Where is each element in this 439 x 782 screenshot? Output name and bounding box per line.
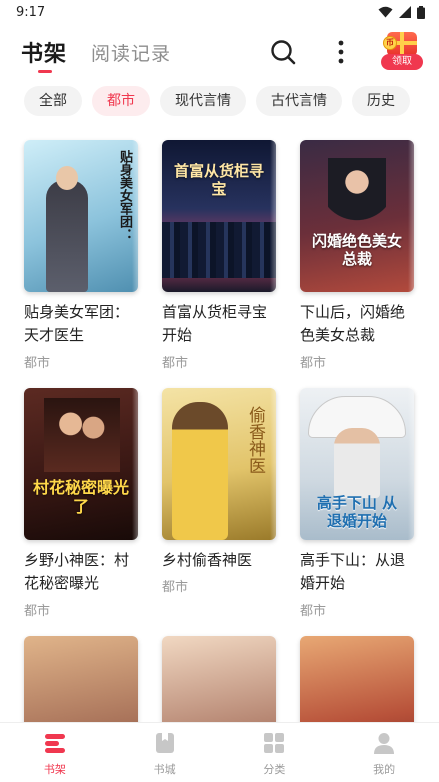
tab-bookshelf[interactable]: 书架 [21, 36, 67, 68]
filter-chip-history[interactable]: 历史 [352, 86, 410, 116]
book-cover[interactable]: 闪婚绝色美女总裁 [300, 140, 414, 292]
status-time: 9:17 [16, 4, 46, 20]
cover-title: 偷香神医 [245, 406, 265, 474]
status-icons [378, 5, 425, 19]
book-cover[interactable]: 高手下山 从退婚开始 [300, 388, 414, 540]
nav-profile[interactable]: 我的 [329, 723, 439, 782]
search-icon [271, 40, 296, 65]
nav-bookstore[interactable]: 书城 [110, 723, 220, 782]
cover-figure [44, 398, 120, 472]
signal-icon [399, 6, 411, 18]
book-store-icon [155, 733, 174, 753]
nav-label: 书架 [43, 763, 66, 776]
cover-spine [270, 140, 276, 292]
cover-title: 闪婚绝色美女总裁 [311, 232, 402, 268]
book-category: 都市 [24, 356, 51, 371]
cover-title: 高手下山 从退婚开始 [316, 494, 398, 530]
wifi-icon [378, 6, 393, 18]
book-title: 乡野小神医：村花秘密曝光 [24, 551, 130, 592]
book-cover[interactable]: 首富从货柜寻宝 [162, 140, 276, 292]
battery-icon [417, 5, 425, 19]
cover-spine [132, 140, 138, 292]
nav-label: 书城 [153, 763, 176, 776]
book-category: 都市 [300, 356, 327, 371]
book-cover[interactable]: 贴身美女军团： [24, 140, 138, 292]
cover-figure [328, 158, 386, 238]
category-filters: 全部 都市 现代言情 古代言情 历史 [24, 86, 410, 116]
book-title: 下山后，闪婚绝色美女总裁 [300, 303, 406, 344]
nav-label: 分类 [263, 763, 286, 776]
cover-figure [334, 428, 380, 498]
profile-icon [374, 733, 395, 754]
more-vertical-icon [338, 40, 344, 64]
filter-chip-modern-romance[interactable]: 现代言情 [160, 86, 246, 116]
book-category: 都市 [162, 580, 189, 595]
book-title: 首富从货柜寻宝开始 [162, 303, 268, 344]
filter-chip-all[interactable]: 全部 [24, 86, 82, 116]
book-cover[interactable]: 村花秘密曝光了 [24, 388, 138, 540]
cover-spine [270, 388, 276, 540]
nav-label: 我的 [373, 763, 396, 776]
cover-figure [172, 402, 228, 540]
cover-figure-head [56, 166, 78, 190]
book-title: 贴身美女军团：天才医生 [24, 303, 130, 344]
book-title: 乡村偷香神医 [162, 551, 253, 569]
cover-title: 村花秘密曝光了 [32, 478, 129, 516]
more-button[interactable] [330, 37, 352, 67]
cover-title: 首富从货柜寻宝 [173, 162, 264, 198]
claim-reward-button[interactable]: 币 领取 [381, 32, 423, 72]
cover-title: 贴身美女军团： [117, 150, 132, 241]
coin-icon: 币 [383, 36, 397, 50]
cover-city [162, 222, 276, 278]
book-category: 都市 [300, 604, 327, 619]
book-title: 高手下山：从退婚开始 [300, 551, 406, 592]
status-bar: 9:17 [0, 0, 439, 24]
cover-figure [46, 180, 88, 292]
book-category: 都市 [24, 604, 51, 619]
cover-spine [408, 388, 414, 540]
category-grid-icon [264, 733, 285, 753]
bookshelf-icon [44, 734, 65, 753]
book-cover[interactable]: 偷香神医 [162, 388, 276, 540]
nav-bookshelf[interactable]: 书架 [0, 723, 110, 782]
cover-spine [132, 388, 138, 540]
filter-chip-ancient-romance[interactable]: 古代言情 [256, 86, 342, 116]
claim-label: 领取 [381, 54, 423, 70]
cover-spine [408, 140, 414, 292]
nav-categories[interactable]: 分类 [220, 723, 330, 782]
book-category: 都市 [162, 356, 189, 371]
search-button[interactable] [268, 37, 298, 67]
header: 书架 阅读记录 币 领取 [0, 24, 439, 80]
tab-reading-history[interactable]: 阅读记录 [91, 39, 171, 66]
bottom-nav: 书架 书城 分类 我的 [0, 722, 439, 782]
filter-chip-urban[interactable]: 都市 [92, 86, 150, 116]
tab-active-indicator [38, 70, 52, 73]
